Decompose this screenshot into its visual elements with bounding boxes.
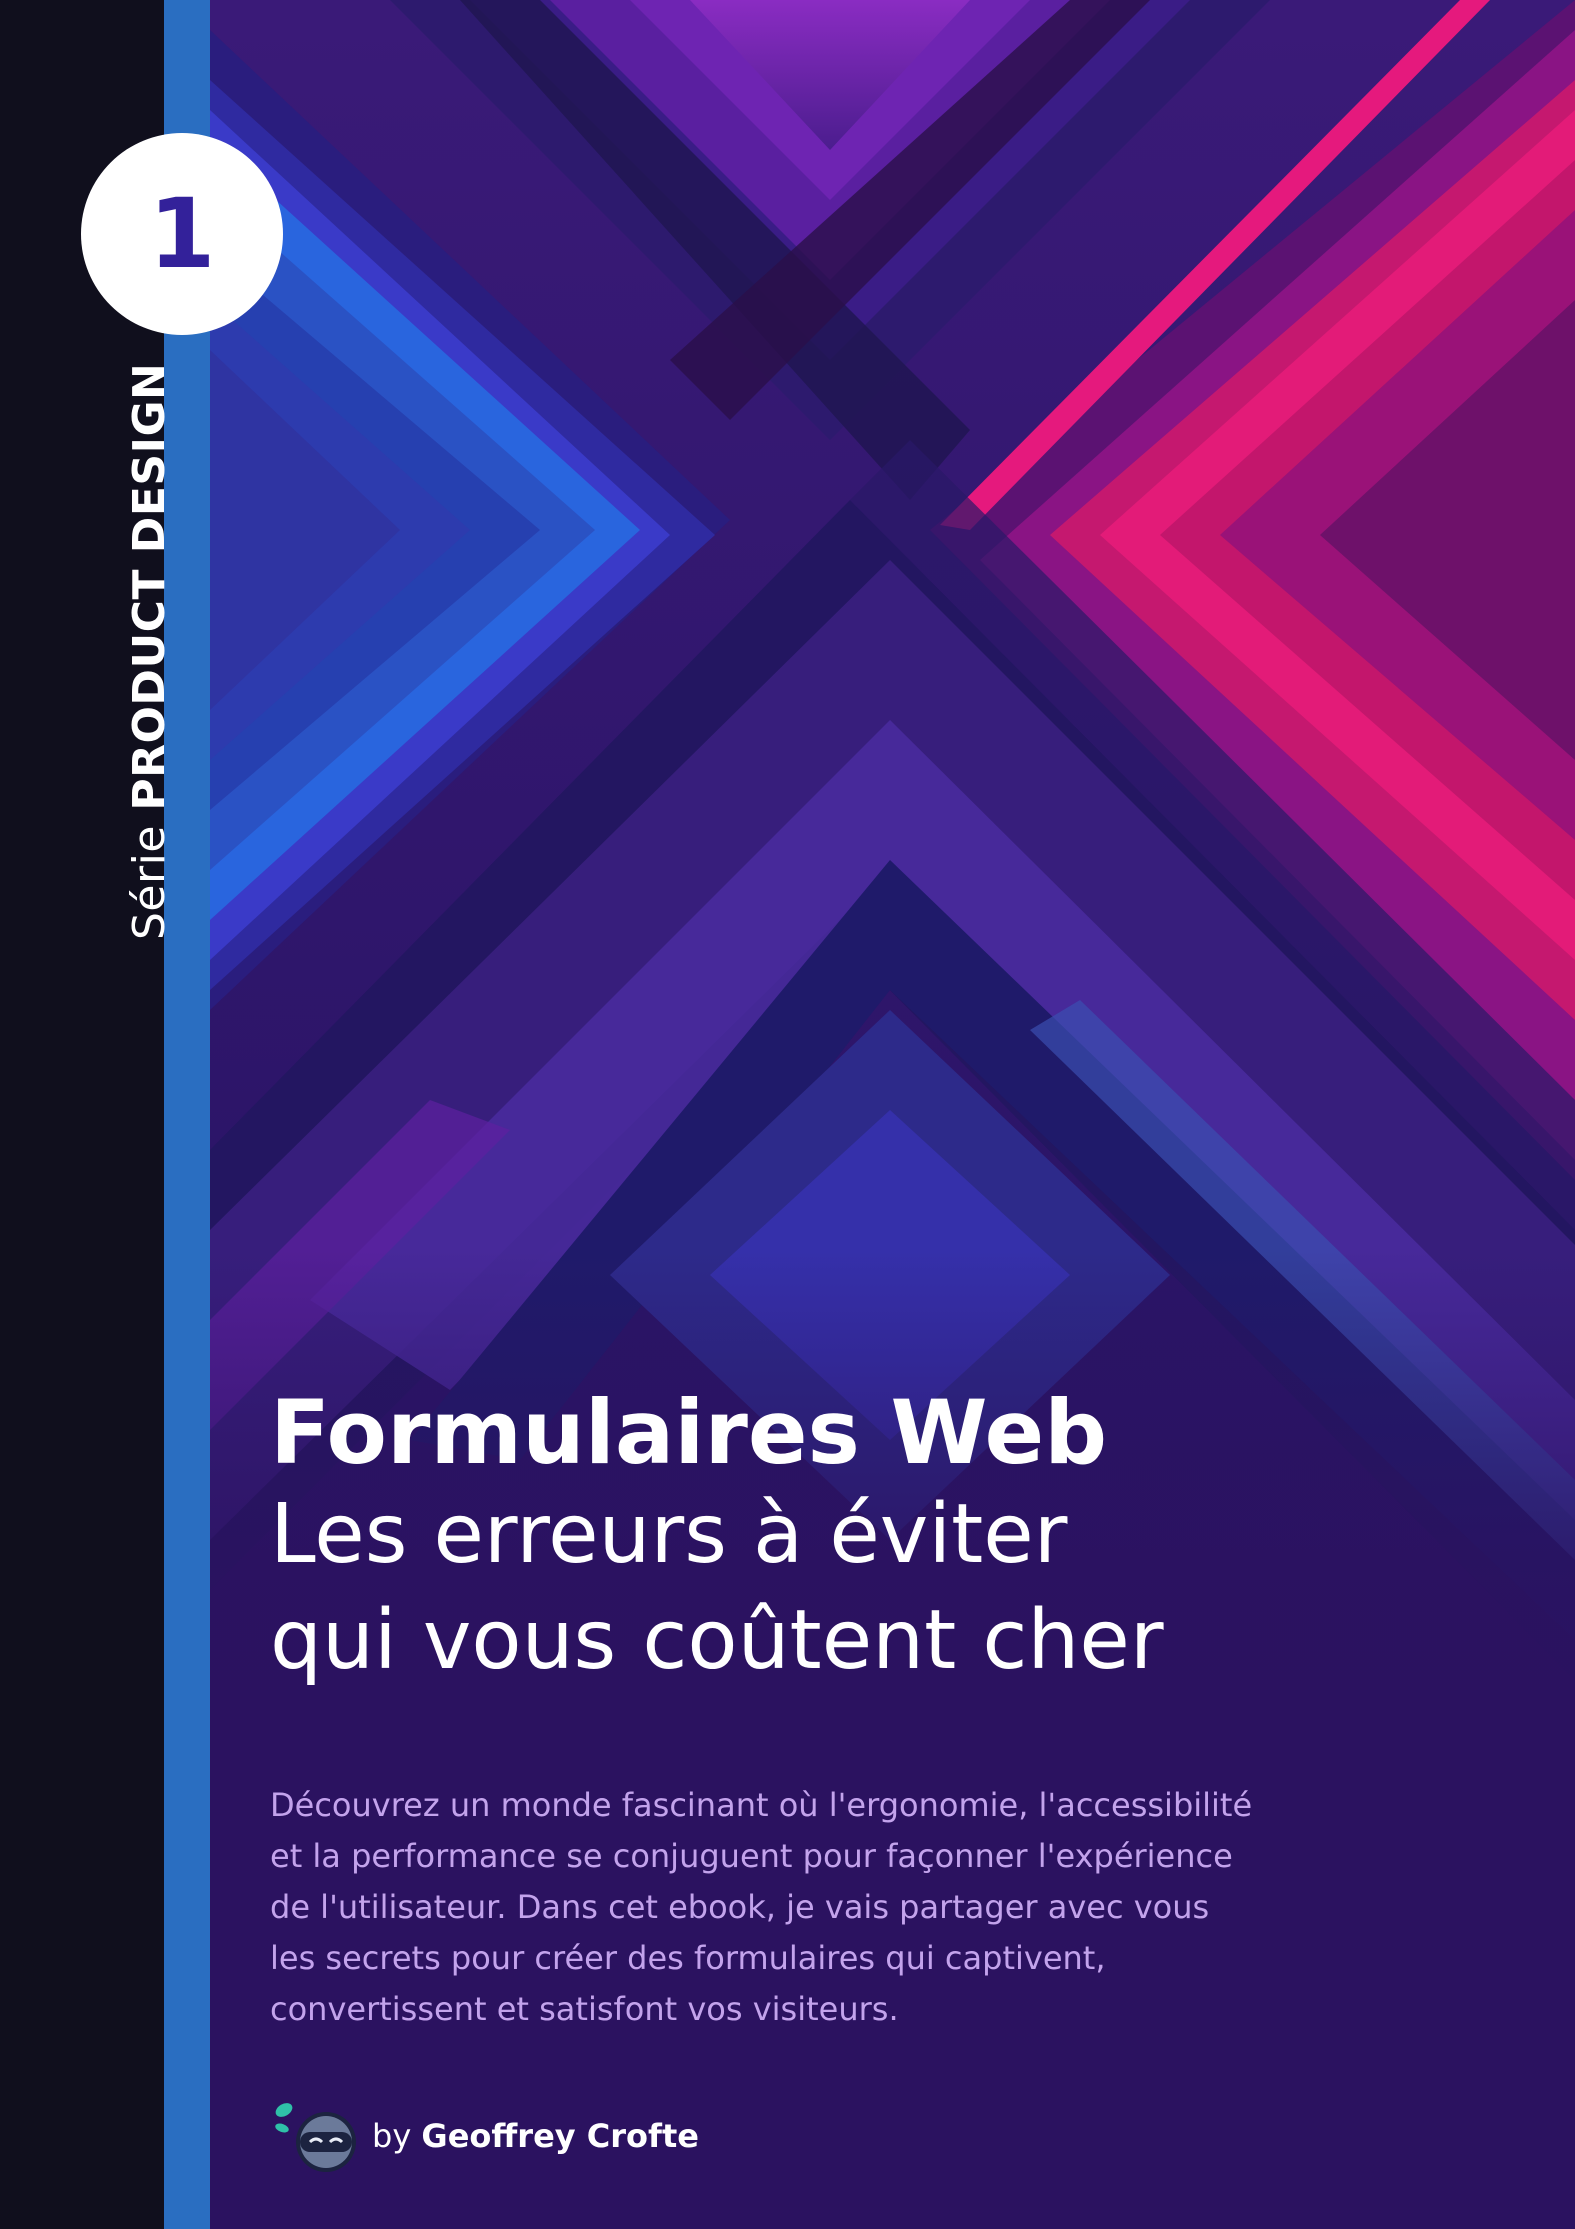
intro-paragraph: Découvrez un monde fascinant où l'ergono…	[270, 1780, 1350, 2035]
series-prefix: Série	[124, 825, 175, 940]
volume-badge: 1	[81, 133, 283, 335]
title-block: Formulaires Web Les erreurs à éviter qui…	[270, 1381, 1470, 1695]
book-subtitle-line-2: qui vous coûtent cher	[270, 1593, 1164, 1689]
author-credit: by Geoffrey Crofte	[270, 2098, 699, 2174]
book-subtitle-line-1: Les erreurs à éviter	[270, 1486, 1068, 1582]
ninja-avatar-icon	[270, 2098, 362, 2174]
author-prefix: by	[372, 2117, 412, 2155]
book-spine	[0, 0, 164, 2229]
author-line: by Geoffrey Crofte	[372, 2117, 699, 2155]
author-name: Geoffrey Crofte	[421, 2117, 699, 2155]
intro-line: les secrets pour créer des formulaires q…	[270, 1939, 1106, 1977]
intro-line: Découvrez un monde fascinant où l'ergono…	[270, 1786, 1253, 1824]
series-name: PRODUCT DESIGN	[124, 362, 175, 811]
intro-line: et la performance se conjuguent pour faç…	[270, 1837, 1233, 1875]
intro-line: de l'utilisateur. Dans cet ebook, je vai…	[270, 1888, 1210, 1926]
volume-number: 1	[148, 178, 216, 290]
series-label: Série PRODUCT DESIGN	[124, 363, 175, 940]
book-title: Formulaires Web	[270, 1381, 1108, 1484]
intro-line: convertissent et satisfont vos visiteurs…	[270, 1990, 899, 2028]
